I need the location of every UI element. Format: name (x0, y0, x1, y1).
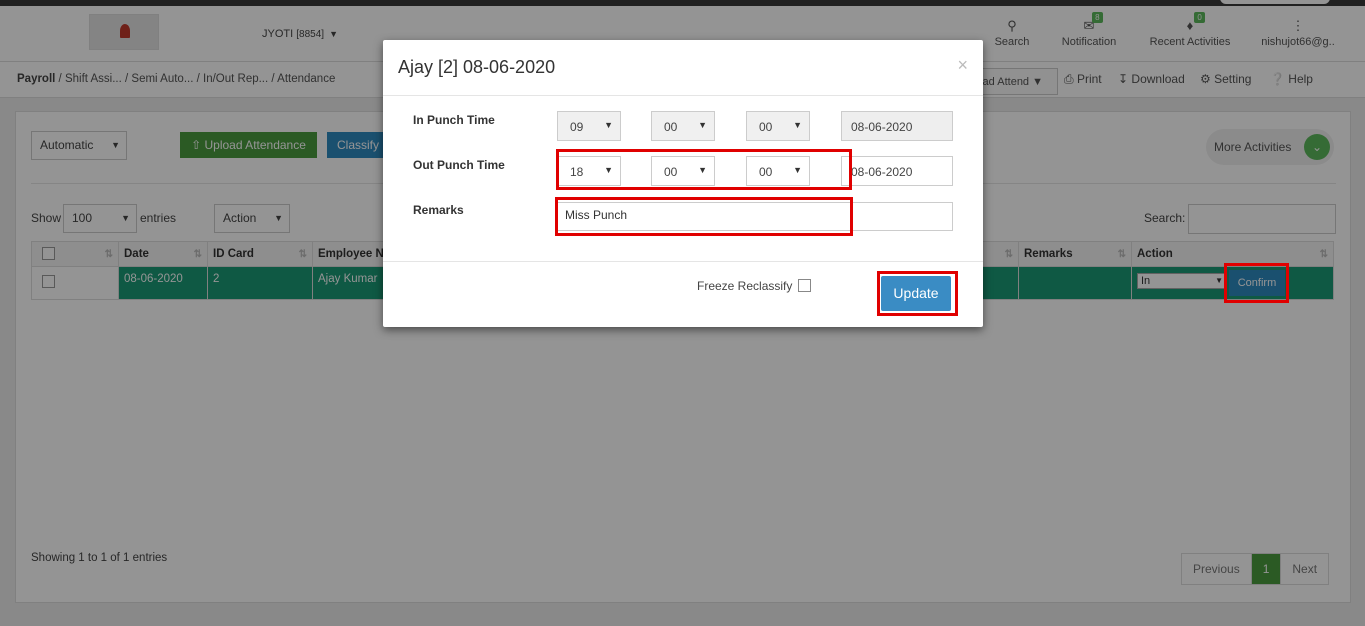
edit-punch-modal: Ajay [2] 08-06-2020 × In Punch Time 09 ▼ … (383, 40, 983, 327)
in-hour-select[interactable]: 09 ▼ (557, 111, 621, 141)
chevron-down-icon: ▼ (604, 165, 613, 175)
out-second-value: 00 (759, 165, 773, 179)
out-date-field[interactable]: 08-06-2020 (841, 156, 953, 186)
in-minute-select[interactable]: 00 ▼ (651, 111, 715, 141)
out-second-select[interactable]: 00 ▼ (746, 156, 810, 186)
freeze-reclassify: Freeze Reclassify (697, 279, 812, 293)
close-icon[interactable]: × (957, 55, 968, 76)
in-punch-label: In Punch Time (413, 113, 495, 127)
modal-footer-divider (383, 261, 983, 262)
in-hour-value: 09 (570, 120, 584, 134)
chevron-down-icon: ▼ (793, 165, 802, 175)
remarks-input[interactable]: Miss Punch (557, 202, 953, 231)
modal-title: Ajay [2] 08-06-2020 (398, 57, 556, 77)
in-date-field[interactable]: 08-06-2020 (841, 111, 953, 141)
freeze-reclassify-checkbox[interactable] (798, 279, 812, 292)
remarks-label: Remarks (413, 203, 464, 217)
chevron-down-icon: ▼ (698, 165, 707, 175)
in-second-value: 00 (759, 120, 773, 134)
in-second-select[interactable]: 00 ▼ (746, 111, 810, 141)
chevron-down-icon: ▼ (698, 120, 707, 130)
out-hour-value: 18 (570, 165, 584, 179)
chevron-down-icon: ▼ (604, 120, 613, 130)
modal-header: Ajay [2] 08-06-2020 × (383, 40, 983, 96)
out-hour-select[interactable]: 18 ▼ (557, 156, 621, 186)
chevron-down-icon: ▼ (793, 120, 802, 130)
update-button[interactable]: Update (881, 276, 951, 311)
out-punch-label: Out Punch Time (413, 158, 505, 172)
freeze-reclassify-label: Freeze Reclassify (697, 279, 793, 293)
out-minute-value: 00 (664, 165, 678, 179)
out-minute-select[interactable]: 00 ▼ (651, 156, 715, 186)
in-minute-value: 00 (664, 120, 678, 134)
